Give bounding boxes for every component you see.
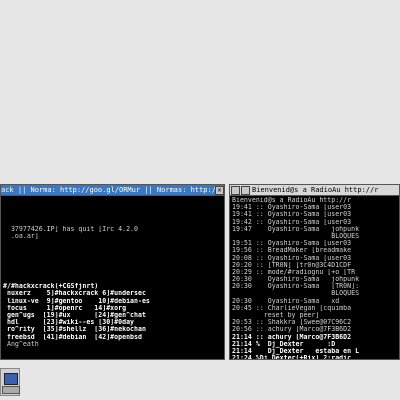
- right-terminal-line: BLOQUES: [232, 232, 360, 240]
- left-terminal-line: freebsd [41]#debian [42]#openbsd: [3, 333, 142, 341]
- computer-icon[interactable]: [0, 368, 20, 396]
- right-terminal-line: 19:47 Oyashiro-Sama johpunk: [232, 225, 360, 233]
- base-shape: [2, 386, 20, 394]
- window-menu-icon[interactable]: [231, 185, 240, 195]
- right-terminal-line: reset by peer]: [232, 312, 320, 319]
- monitor-shape: [4, 373, 18, 385]
- right-terminal-line: 19:41 :: Oyashiro-Sama [user03: [232, 204, 352, 212]
- left-terminal-line: hdl [23]#wiki--es [30]#0day: [3, 319, 135, 327]
- close-icon[interactable]: ✕: [215, 185, 224, 195]
- right-terminal-line: 21:24 %Dj_Dexter(+Rix) 2:radic: [232, 355, 398, 359]
- right-terminal-output[interactable]: Bienvenid@s a RadioAu http://r 19:41 :: O…: [230, 197, 399, 359]
- right-window-titlebar[interactable]: Bienvenid@s a RadioAu http://r: [230, 185, 399, 196]
- right-window-title: Bienvenid@s a RadioAu http://r: [252, 186, 379, 194]
- right-terminal-line: 20:53 :: Shakkra [Swee@07C96C2: [232, 319, 352, 327]
- left-terminal-line: [3, 247, 223, 254]
- right-terminal-line: 20:20 :: [TR0N] [tr0n@3C4D1CDF: [232, 261, 352, 269]
- right-terminal-line: 20:30 Oyashiro-Sama xd: [232, 297, 340, 305]
- right-terminal-line: 20:45 :: CharlieVegan [cquimba: [232, 304, 352, 312]
- left-terminal-line: 37977426.IP] has quit [Irc 4.2.0: [3, 225, 138, 233]
- left-terminal-line: #/#hackxcrack(+CGSfjnrt): [3, 283, 99, 291]
- right-terminal-line: 20:56 :: achury [Marco@7F3B6D2: [232, 326, 352, 334]
- right-terminal-line: 20:30 Oyashiro-Sama [TR0N]:: [232, 283, 360, 291]
- left-window-titlebar[interactable]: ack || Norma: http://goo.gl/ORMur || Nor…: [1, 185, 224, 196]
- left-terminal-line: [3, 204, 223, 211]
- left-terminal-line: [3, 276, 223, 283]
- right-terminal-line: Bienvenid@s a RadioAu http://r: [232, 197, 352, 204]
- right-terminal-line: BLOQUES: [232, 290, 360, 298]
- right-terminal-window[interactable]: Bienvenid@s a RadioAu http://r Bienvenid…: [229, 184, 400, 360]
- left-terminal-line: gen^ugs [19]#ux [24]#gen^chat: [3, 312, 146, 319]
- right-terminal-line: 19:56 :: BreadMaker [breadmake: [232, 247, 352, 255]
- right-terminal-line: 19:42 :: Oyashiro-Sama [user03: [232, 218, 352, 226]
- left-terminal-output[interactable]: 37977426.IP] has quit [Irc 4.2.0 .oa.ar]…: [1, 197, 224, 359]
- left-terminal-line: [3, 269, 223, 276]
- left-terminal-line: ro^rity [35]#shellz [36]#nekochan: [3, 326, 146, 334]
- right-terminal-line: 21:14 Dj_Dexter estaba en L: [232, 347, 360, 355]
- right-terminal-line: 19:41 :: Oyashiro-Sama [user03: [232, 211, 352, 219]
- left-terminal-line: [3, 255, 223, 262]
- left-terminal-line: focus 1]#openrc 14]#xorg: [3, 304, 127, 312]
- left-terminal-line: [3, 262, 223, 269]
- right-terminal-line: 21:14 % Dj_Dexter :D: [232, 340, 336, 348]
- left-terminal-line: [3, 211, 223, 218]
- left-terminal-line: [3, 197, 223, 204]
- right-terminal-line: 20:08 :: Oyashiro-Sama [user03: [232, 254, 352, 262]
- right-terminal-line: 19:51 :: Oyashiro-Sama [user03: [232, 240, 352, 248]
- window-menu-icon[interactable]: [241, 185, 250, 195]
- left-terminal-line: .oa.ar]: [3, 232, 39, 240]
- right-terminal-line: 20:29 :: mode/#radiognu [+o [TR: [232, 268, 356, 276]
- left-terminal-line: Ang^eath: [3, 340, 39, 348]
- right-terminal-line: 20:30 Oyashiro-Sama johpunk: [232, 276, 360, 284]
- left-terminal-line: [3, 219, 223, 226]
- left-terminal-line: linux-ve 9]#gentoo 10]#debian-es: [3, 297, 150, 305]
- left-terminal-window[interactable]: ack || Norma: http://goo.gl/ORMur || Nor…: [0, 184, 225, 360]
- left-terminal-line: nuxerz 5]#hackxcrack 6]#undersec: [3, 290, 146, 298]
- right-terminal-line: 21:14 :: achury [Marco@7F3B6D2: [232, 333, 352, 341]
- left-terminal-line: [3, 240, 223, 247]
- left-window-title: ack || Norma: http://goo.gl/ORMur || Nor…: [1, 186, 215, 194]
